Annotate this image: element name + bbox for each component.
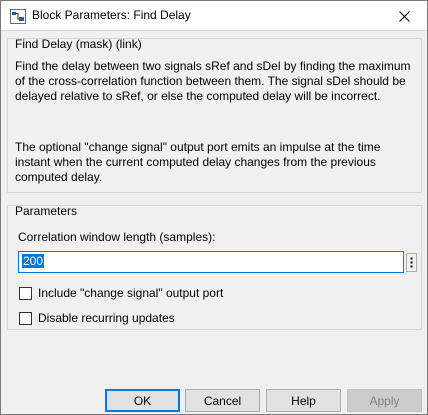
parameters-group: Parameters Correlation window length (sa… [7, 204, 422, 330]
help-button[interactable]: Help [266, 389, 341, 412]
cancel-button[interactable]: Cancel [185, 389, 260, 412]
dialog-window: Block Parameters: Find Delay Find Delay … [0, 0, 428, 415]
correlation-window-value: 200 [22, 254, 45, 268]
correlation-window-label: Correlation window length (samples): [18, 230, 216, 244]
description-paragraph-2: The optional "change signal" output port… [15, 140, 381, 184]
disable-recurring-updates-label: Disable recurring updates [38, 311, 175, 325]
close-button[interactable] [381, 1, 427, 31]
vertical-ellipsis-icon [410, 257, 413, 268]
description-group: Find Delay (mask) (link) Find the delay … [7, 37, 422, 193]
description-group-title: Find Delay (mask) (link) [15, 37, 142, 51]
parameter-menu-button[interactable] [406, 253, 417, 272]
close-icon [398, 10, 410, 22]
include-change-signal-checkbox[interactable]: Include "change signal" output port [19, 285, 223, 301]
checkbox-box[interactable] [19, 311, 32, 325]
title-bar[interactable]: Block Parameters: Find Delay [1, 1, 427, 31]
parameters-group-title: Parameters [15, 204, 78, 218]
window-title: Block Parameters: Find Delay [32, 8, 191, 22]
include-change-signal-label: Include "change signal" output port [38, 286, 224, 300]
disable-recurring-updates-checkbox[interactable]: Disable recurring updates [19, 310, 175, 326]
checkbox-box[interactable] [19, 286, 32, 300]
description-paragraph-1: Find the delay between two signals sRef … [15, 59, 411, 103]
ok-button[interactable]: OK [105, 389, 180, 412]
apply-button[interactable]: Apply [347, 389, 422, 412]
simulink-block-icon [10, 9, 26, 24]
correlation-window-input[interactable]: 200 [18, 251, 404, 273]
